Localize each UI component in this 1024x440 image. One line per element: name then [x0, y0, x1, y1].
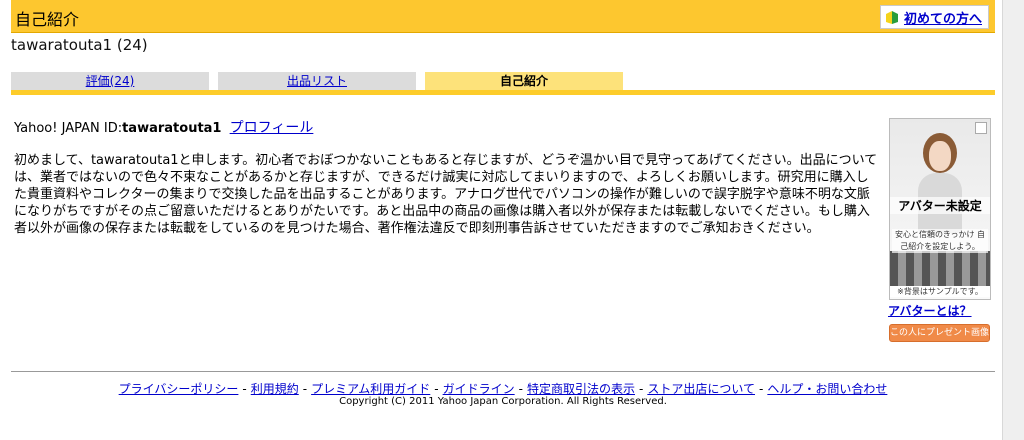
newcomer-guide-link[interactable]: 初めての方へ [904, 8, 982, 27]
footer-separator: - [518, 382, 523, 396]
footer-link-privacy[interactable]: プライバシーポリシー [119, 382, 239, 396]
newcomer-guide-link-box[interactable]: 初めての方へ [879, 5, 989, 29]
avatar-status-label: アバター未設定 [890, 197, 990, 214]
window-right-edge [1002, 0, 1024, 440]
avatar-description: 安心と信頼のきっかけ 自己紹介を設定しよう。 [892, 229, 988, 253]
footer-separator: - [639, 382, 644, 396]
self-introduction-text: 初めまして、tawaratouta1と申します。初心者でおぼつかないこともあると… [14, 153, 878, 236]
page-header: 自己紹介 初めての方へ [11, 0, 995, 33]
tab-ratings[interactable]: 評価(24) [11, 72, 209, 90]
beginner-leaf-icon [885, 10, 898, 24]
yahoo-id-line: Yahoo! JAPAN ID:tawaratouta1 プロフィール [14, 117, 313, 137]
avatar-image[interactable]: アバター未設定 安心と信頼のきっかけ 自己紹介を設定しよう。 ※背景はサンプルで… [889, 118, 991, 300]
yahoo-id-label: Yahoo! JAPAN ID: [14, 121, 123, 136]
page-title: 自己紹介 [15, 10, 80, 29]
footer-separator: - [242, 382, 247, 396]
footer-separator: - [434, 382, 439, 396]
footer-link-store[interactable]: ストア出店について [647, 382, 755, 396]
gift-button[interactable]: この人にプレゼント画像る [889, 324, 990, 354]
footer-separator: - [302, 382, 308, 396]
yahoo-id-value: tawaratouta1 [122, 121, 222, 136]
avatar-corner-icon [975, 122, 987, 134]
footer-link-premium-guide[interactable]: プレミアム利用ガイド [311, 382, 430, 396]
footer-link-terms[interactable]: 利用規約 [251, 382, 299, 396]
footer-link-help[interactable]: ヘルプ・お問い合わせ [767, 382, 887, 396]
footer-divider [11, 371, 995, 372]
avatar-sample-note: ※背景はサンプルです。 [890, 286, 990, 297]
avatar-face [929, 141, 951, 171]
copyright-text: Copyright (C) 2011 Yahoo Japan Corporati… [339, 396, 667, 407]
profile-link[interactable]: プロフィール [230, 120, 314, 136]
profile-tabs: 評価(24) 出品リスト 自己紹介 [11, 72, 995, 95]
footer-separator: - [759, 382, 764, 396]
avatar-what-link[interactable]: アバターとは？ [888, 302, 972, 319]
username-with-rating: tawaratouta1 (24) [11, 36, 148, 54]
footer-links: プライバシーポリシー - 利用規約 - プレミアム利用ガイド - ガイドライン - 特定商取引法… [11, 380, 995, 397]
footer-link-guidelines[interactable]: ガイドライン [443, 382, 515, 396]
avatar-floor [890, 251, 990, 287]
tab-self-introduction[interactable]: 自己紹介 [425, 72, 623, 90]
tab-underline [11, 90, 995, 95]
footer-link-commercial-law[interactable]: 特定商取引法の表示 [527, 382, 635, 396]
tab-listings[interactable]: 出品リスト [218, 72, 416, 90]
